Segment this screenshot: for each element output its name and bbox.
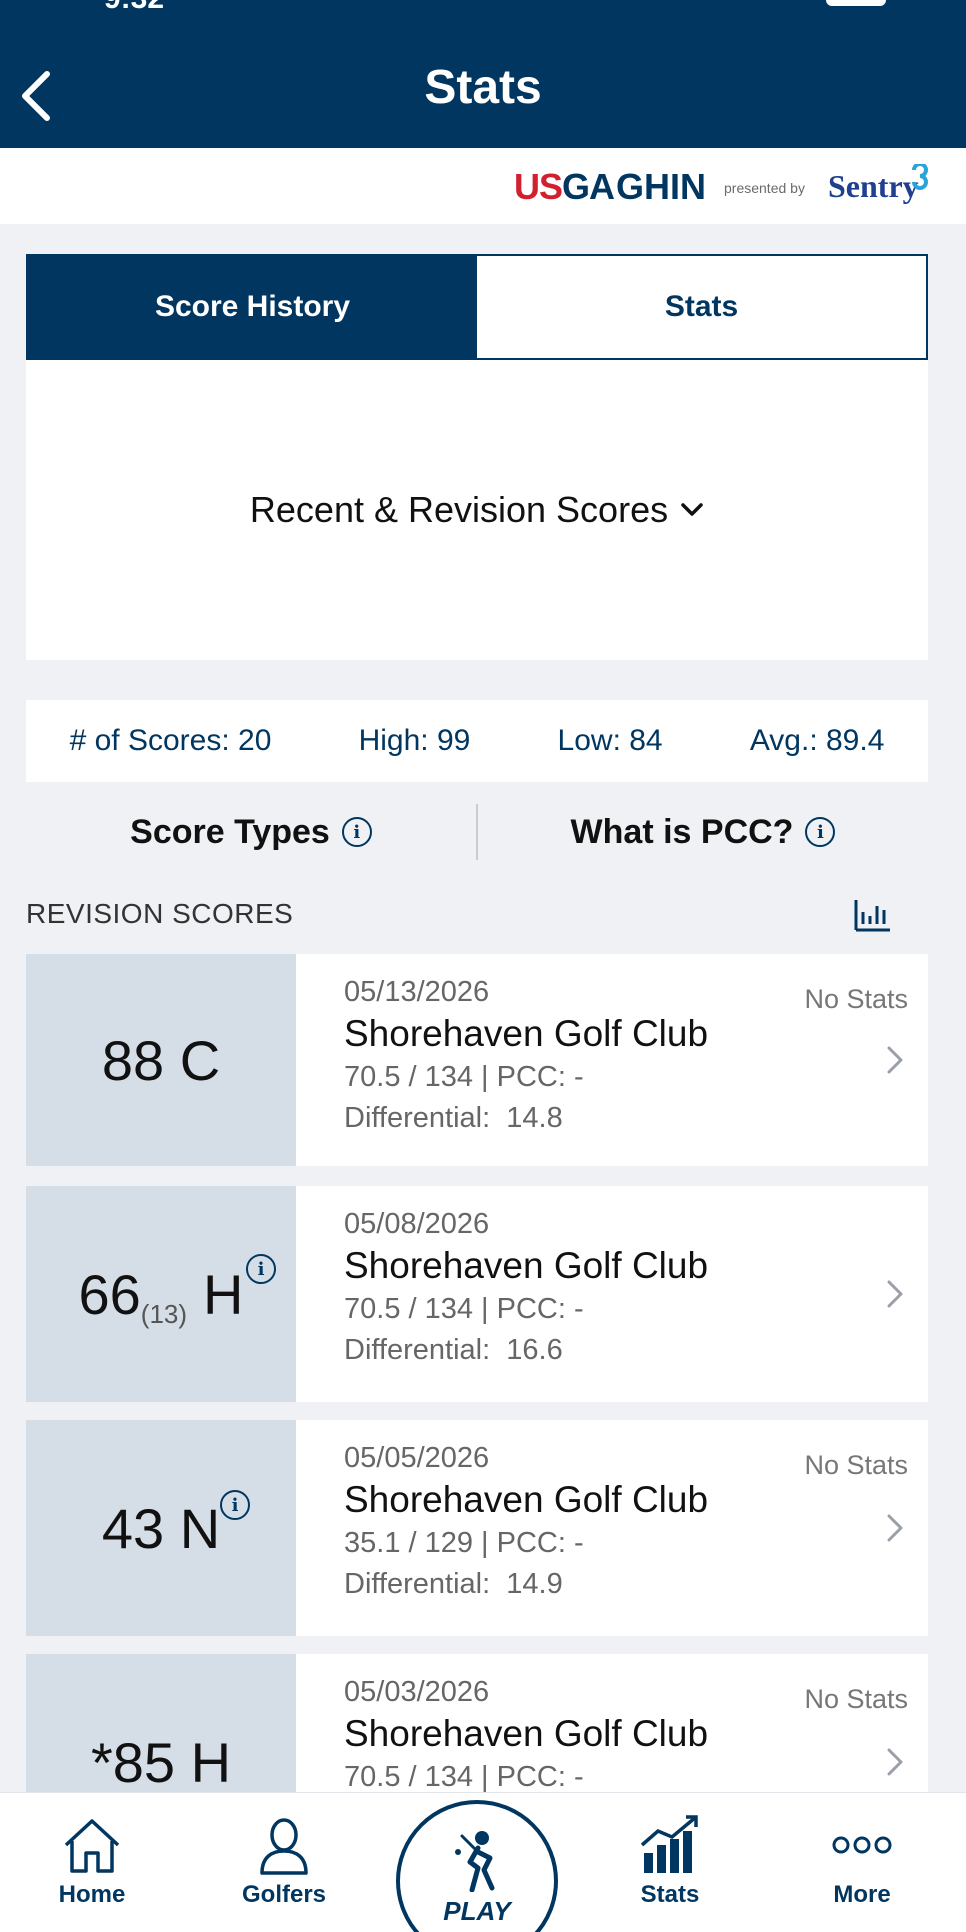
nav-stats[interactable]: Stats xyxy=(600,1815,740,1909)
score-details: 05/13/2026 Shorehaven Golf Club 70.5 / 1… xyxy=(296,954,928,1166)
differential: Differential: 14.9 xyxy=(344,1568,563,1600)
nav-more[interactable]: More xyxy=(792,1815,932,1909)
info-icon[interactable]: i xyxy=(220,1490,250,1520)
home-icon xyxy=(64,1819,120,1873)
info-icon: i xyxy=(341,817,372,847)
tab-stats[interactable]: Stats xyxy=(477,256,926,358)
score-filter-dropdown[interactable]: Recent & Revision Scores xyxy=(250,489,704,531)
sentry-logo: Sentry xyxy=(828,168,919,204)
course-rating: 70.5 / 134 | PCC: - xyxy=(344,1061,584,1093)
brand-bar: USGA GHIN presented by Sentry xyxy=(0,148,966,224)
score-count: # of Scores: 20 xyxy=(69,724,272,757)
section-title: REVISION SCORES xyxy=(26,898,294,929)
score-subscript: (13) xyxy=(140,1298,188,1329)
person-icon xyxy=(260,1818,308,1875)
nav-more-label: More xyxy=(833,1881,891,1908)
nav-stats-label: Stats xyxy=(640,1881,700,1908)
score-row[interactable]: 43 N i 05/05/2026 Shorehaven Golf Club 3… xyxy=(26,1420,928,1636)
score-details: 05/08/2026 Shorehaven Golf Club 70.5 / 1… xyxy=(296,1186,928,1402)
score-value-box: 66 (13) H i xyxy=(26,1186,296,1402)
presented-by-text: presented by xyxy=(724,180,805,196)
chevron-right-icon xyxy=(887,1280,903,1308)
score-list: 88 C 05/13/2026 Shorehaven Golf Club 70.… xyxy=(26,954,928,1792)
course-rating: 70.5 / 134 | PCC: - xyxy=(344,1293,584,1325)
chevron-right-icon xyxy=(887,1514,903,1542)
tab-bar: Score History Stats xyxy=(26,254,928,360)
info-icon: i xyxy=(805,817,836,847)
score-value: 88 C xyxy=(101,1028,221,1092)
score-types-label: Score Types xyxy=(130,812,330,851)
no-stats-label: No Stats xyxy=(804,984,908,1014)
pcc-info-link[interactable]: What is PCC? i xyxy=(478,813,928,852)
ghin-logo: GHIN xyxy=(616,166,706,207)
score-high: High: 99 xyxy=(358,724,471,757)
play-label: PLAY xyxy=(443,1896,511,1926)
info-row: Score Types i What is PCC? i xyxy=(26,794,928,870)
stats-chart-icon xyxy=(640,1815,698,1873)
nav-golfers-label: Golfers xyxy=(241,1881,327,1908)
pcc-label: What is PCC? xyxy=(570,812,794,851)
score-value: *85 H xyxy=(90,1730,232,1793)
course-name: Shorehaven Golf Club xyxy=(344,1713,709,1754)
score-value: 66 xyxy=(78,1262,141,1326)
chevron-right-icon xyxy=(887,1046,903,1074)
nav-golfers[interactable]: Golfers xyxy=(214,1815,354,1909)
score-row[interactable]: *85 H 05/03/2026 Shorehaven Golf Club 70… xyxy=(26,1654,928,1792)
score-type: H xyxy=(203,1262,244,1326)
course-name: Shorehaven Golf Club xyxy=(344,1479,709,1520)
score-row[interactable]: 88 C 05/13/2026 Shorehaven Golf Club 70.… xyxy=(26,954,928,1166)
bar-chart-icon[interactable] xyxy=(854,898,892,932)
score-row[interactable]: 66 (13) H i 05/08/2026 Shorehaven Golf Clu… xyxy=(26,1186,928,1402)
score-value-box: *85 H xyxy=(26,1654,296,1792)
chevron-right-icon xyxy=(887,1748,903,1776)
score-value: 43 N xyxy=(101,1496,221,1560)
differential: Differential: 14.8 xyxy=(344,1102,563,1134)
no-stats-label: No Stats xyxy=(804,1450,908,1480)
score-types-link[interactable]: Score Types i xyxy=(26,813,476,852)
score-value-box: 43 N i xyxy=(26,1420,296,1636)
score-details: 05/03/2026 Shorehaven Golf Club 70.5 / 1… xyxy=(296,1654,928,1792)
chevron-down-icon xyxy=(681,503,703,516)
app-header: 9:32 Stats xyxy=(0,0,966,148)
course-name: Shorehaven Golf Club xyxy=(344,1013,709,1054)
score-summary: # of Scores: 20 High: 99 Low: 84 Avg.: 8… xyxy=(26,700,928,782)
course-rating: 35.1 / 129 | PCC: - xyxy=(344,1527,584,1559)
score-date: 05/08/2026 xyxy=(344,1208,490,1240)
score-value-box: 88 C xyxy=(26,954,296,1166)
differential: Differential: 16.6 xyxy=(344,1334,563,1366)
course-name: Shorehaven Golf Club xyxy=(344,1245,709,1286)
golfer-icon xyxy=(455,1831,495,1892)
score-average: Avg.: 89.4 xyxy=(749,724,885,757)
nav-home-label: Home xyxy=(58,1881,126,1908)
more-dots-icon xyxy=(832,1836,892,1854)
tab-score-history[interactable]: Score History xyxy=(28,256,477,358)
score-details: 05/05/2026 Shorehaven Golf Club 35.1 / 1… xyxy=(296,1420,928,1636)
page-title: Stats xyxy=(424,61,542,114)
score-filter-label: Recent & Revision Scores xyxy=(249,489,669,530)
status-time: 9:32 xyxy=(104,0,164,16)
sentry-mark-icon xyxy=(912,164,928,190)
score-low: Low: 84 xyxy=(557,724,663,757)
course-rating: 70.5 / 134 | PCC: - xyxy=(344,1761,584,1792)
battery-icon xyxy=(826,0,886,6)
info-icon[interactable]: i xyxy=(246,1254,276,1284)
no-stats-label: No Stats xyxy=(804,1684,908,1714)
usga-logo: USGA xyxy=(514,166,615,207)
nav-home[interactable]: Home xyxy=(22,1815,162,1909)
filter-card: Recent & Revision Scores xyxy=(26,360,928,660)
